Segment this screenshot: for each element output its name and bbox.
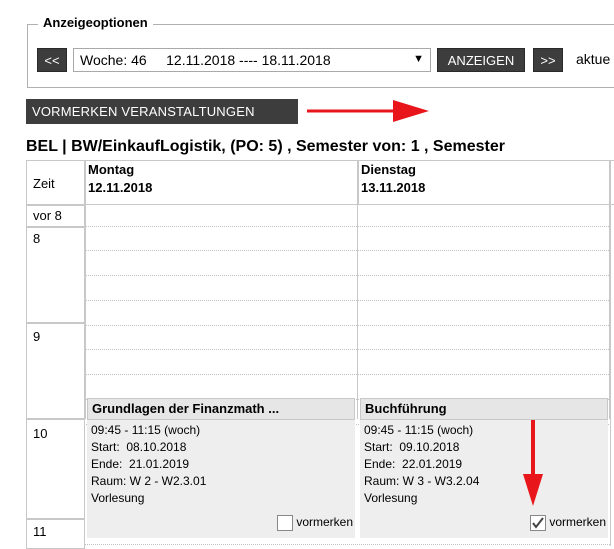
day-date: 13.11.2018: [361, 180, 426, 195]
vormerken-label: vormerken: [549, 515, 606, 529]
zeit-header-cell: Zeit: [26, 160, 85, 205]
event-raum: Raum: W 2 - W2.3.01: [91, 474, 207, 488]
vormerken-checkbox-row: vormerken: [276, 514, 353, 531]
dienstag-grid: [358, 205, 610, 425]
page-heading: BEL | BW/EinkaufLogistik, (PO: 5) , Seme…: [26, 138, 505, 155]
dropdown-arrow-icon: ▼: [413, 53, 424, 65]
event-title[interactable]: Buchführung: [360, 398, 608, 420]
time-label: 10: [33, 426, 48, 441]
time-label: 8: [33, 231, 41, 246]
event-start: Start: 09.10.2018: [364, 440, 460, 454]
day-date: 12.11.2018: [88, 180, 153, 195]
event-time: 09:45 - 11:15 (woch): [364, 423, 474, 437]
day-name: Montag: [88, 162, 135, 177]
time-cell-10: 10: [26, 419, 85, 519]
day-header-dienstag: Dienstag 13.11.2018: [358, 160, 610, 205]
time-cell-11: 11: [26, 519, 85, 549]
vormerken-label: vormerken: [296, 515, 353, 529]
day-name: Dienstag: [361, 162, 416, 177]
mittwoch-grid-partial: [610, 205, 614, 546]
vormerken-checkbox[interactable]: [529, 514, 546, 531]
time-cell-8: 8: [26, 227, 85, 323]
zeit-header: Zeit: [33, 176, 55, 191]
event-type: Vorlesung: [364, 491, 418, 505]
prev-week-button[interactable]: <<: [37, 48, 67, 72]
event-raum: Raum: W 3 - W3.2.04: [364, 474, 480, 488]
annotation-arrow-left-icon: [307, 100, 429, 122]
event-ende: Ende: 22.01.2019: [364, 457, 463, 471]
event-start: Start: 08.10.2018: [91, 440, 187, 454]
event-card-buchfuehrung: 09:45 - 11:15 (woch) Start: 09.10.2018 E…: [360, 420, 608, 538]
time-label: vor 8: [33, 208, 62, 223]
event-title[interactable]: Grundlagen der Finanzmath ...: [87, 398, 355, 420]
event-type: Vorlesung: [91, 491, 145, 505]
time-cell-vor8: vor 8: [26, 205, 85, 227]
day-header-montag: Montag 12.11.2018: [85, 160, 358, 205]
event-ende: Ende: 21.01.2019: [91, 457, 190, 471]
anzeigeoptionen-legend: Anzeigeoptionen: [38, 15, 153, 30]
vormerken-checkbox-row: vormerken: [529, 514, 606, 531]
anzeigen-button[interactable]: ANZEIGEN: [437, 48, 525, 72]
week-select-value: Woche: 46 12.11.2018 ---- 18.11.2018: [80, 52, 331, 68]
time-label: 9: [33, 329, 41, 344]
day-header-mittwoch-partial: [610, 160, 614, 205]
montag-grid: [85, 205, 358, 425]
aktuell-link[interactable]: aktue: [576, 51, 610, 67]
next-week-button[interactable]: >>: [533, 48, 563, 72]
vormerken-veranstaltungen-button[interactable]: VORMERKEN VERANSTALTUNGEN: [26, 99, 298, 124]
event-card-grundlagen: 09:45 - 11:15 (woch) Start: 08.10.2018 E…: [87, 420, 355, 538]
checkmark-icon: [532, 517, 544, 529]
annotation-arrow-down-icon: [523, 420, 543, 506]
week-select[interactable]: Woche: 46 12.11.2018 ---- 18.11.2018 ▼: [73, 48, 431, 72]
time-cell-9: 9: [26, 323, 85, 419]
vormerken-checkbox[interactable]: [276, 514, 293, 531]
event-time: 09:45 - 11:15 (woch): [91, 423, 201, 437]
time-label: 11: [33, 524, 47, 539]
